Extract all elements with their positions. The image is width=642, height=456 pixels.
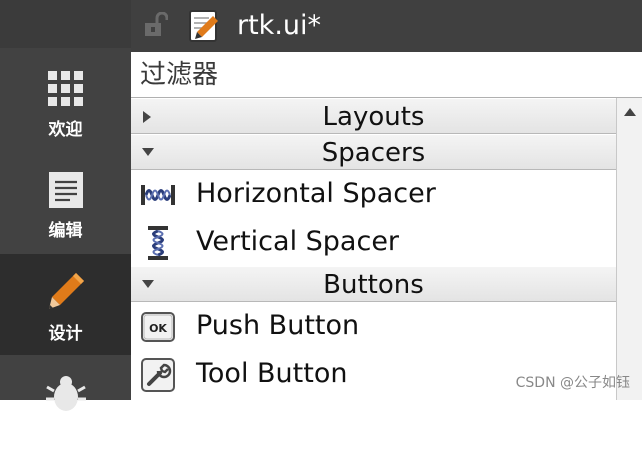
category-buttons[interactable]: Buttons <box>131 266 616 302</box>
widget-label: Tool Button <box>196 358 348 389</box>
vertical-scrollbar[interactable] <box>616 98 642 400</box>
mode-welcome[interactable]: 欢迎 <box>0 52 131 153</box>
pencil-icon <box>48 273 84 309</box>
widget-horizontal-spacer[interactable]: Horizontal Spacer <box>131 170 616 218</box>
bug-icon <box>45 376 86 411</box>
mode-sidebar: 欢迎 编辑 设计 <box>0 0 131 411</box>
mode-design[interactable]: 设计 <box>0 254 131 355</box>
push-button-icon: OK <box>141 312 175 342</box>
category-spacers[interactable]: Spacers <box>131 134 616 170</box>
widget-label: Vertical Spacer <box>196 226 400 257</box>
mode-design-label: 设计 <box>48 324 83 344</box>
widget-box: Layouts Spacers Horizontal Spacer Vertic… <box>131 97 642 400</box>
category-label: Buttons <box>323 270 424 300</box>
category-layouts[interactable]: Layouts <box>131 98 616 134</box>
widget-push-button[interactable]: OK Push Button <box>131 302 616 350</box>
widget-vertical-spacer[interactable]: Vertical Spacer <box>131 218 616 266</box>
mode-welcome-label: 欢迎 <box>48 120 83 140</box>
vertical-spacer-icon <box>148 226 168 260</box>
grid-icon <box>47 71 83 106</box>
document-bar: rtk.ui* <box>131 0 642 52</box>
svg-text:OK: OK <box>149 322 167 335</box>
tool-button-icon <box>141 358 175 392</box>
mode-debug[interactable] <box>0 355 131 456</box>
scroll-up-icon[interactable] <box>623 106 637 118</box>
category-label: Spacers <box>321 138 426 168</box>
widget-list: Layouts Spacers Horizontal Spacer Vertic… <box>131 98 616 398</box>
document-lines-icon <box>48 172 83 208</box>
category-label: Layouts <box>322 102 425 132</box>
widget-label: Horizontal Spacer <box>196 178 436 209</box>
widget-label: Push Button <box>196 310 360 341</box>
watermark: CSDN @公子如钰 <box>515 375 630 391</box>
mode-edit-label: 编辑 <box>48 221 83 241</box>
unlocked-icon[interactable] <box>144 12 168 38</box>
widget-filter-input[interactable] <box>131 52 642 97</box>
mode-edit[interactable]: 编辑 <box>0 153 131 254</box>
ui-file-icon <box>189 10 218 42</box>
document-title[interactable]: rtk.ui* <box>237 8 321 44</box>
horizontal-spacer-icon <box>141 185 175 205</box>
mode-sidebar-top <box>0 0 131 48</box>
